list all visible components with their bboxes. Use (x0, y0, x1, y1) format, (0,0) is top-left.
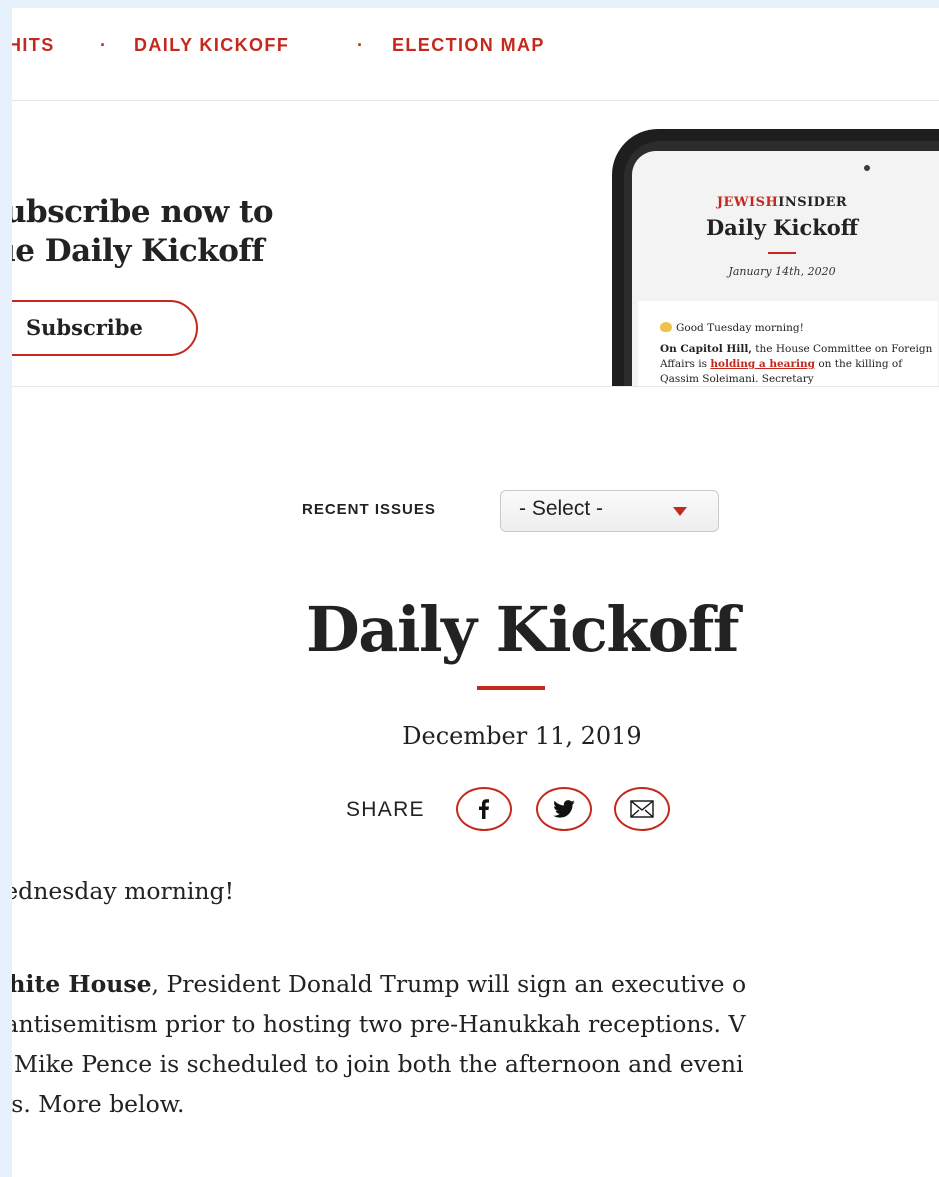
share-twitter-button[interactable] (536, 787, 592, 831)
article-line-text: , President Donald Trump will sign an ex… (151, 970, 747, 998)
article-date: December 11, 2019 (402, 722, 642, 750)
article-lead-bold: White House (12, 970, 152, 998)
subscribe-promo: ubscribe now to ıe Daily Kickoff Subscri… (12, 101, 939, 387)
twitter-icon (553, 800, 575, 818)
subscribe-button[interactable]: Subscribe (12, 300, 198, 356)
article-greeting: Wednesday morning! (12, 877, 235, 905)
phone-paragraph: On Capitol Hill, the House Committee on … (660, 342, 939, 386)
share-facebook-button[interactable] (456, 787, 512, 831)
article-line: White House, President Donald Trump will… (12, 970, 746, 998)
article-line: g antisemitism prior to hosting two pre-… (12, 1010, 746, 1038)
phone-divider (768, 252, 796, 254)
top-nav: HITS · DAILY KICKOFF · ELECTION MAP (12, 8, 939, 101)
phone-greeting-text: Good Tuesday morning! (676, 322, 804, 334)
nav-item-election-map[interactable]: ELECTION MAP (392, 35, 545, 56)
article-line: ons. More below. (12, 1090, 185, 1118)
phone-newsletter-card: Good Tuesday morning! On Capitol Hill, t… (638, 301, 939, 386)
facebook-icon (479, 799, 489, 819)
title-divider (477, 686, 545, 690)
mail-icon (630, 800, 654, 818)
phone-brand-logo: JEWISHINSIDER (632, 195, 932, 210)
nav-separator: · (100, 35, 108, 55)
select-value: - Select - (519, 497, 604, 520)
article-line: nt Mike Pence is scheduled to join both … (12, 1050, 744, 1078)
camera-dot (864, 165, 870, 171)
phone-screen: JEWISHINSIDER Daily Kickoff January 14th… (632, 151, 939, 386)
page: HITS · DAILY KICKOFF · ELECTION MAP ubsc… (12, 8, 939, 1177)
article-paragraph: White House, President Donald Trump will… (12, 964, 746, 1124)
share-email-button[interactable] (614, 787, 670, 831)
page-title: Daily Kickoff (306, 593, 740, 666)
phone-para-bold: On Capitol Hill, (660, 343, 752, 355)
recent-issues-select[interactable]: - Select - (500, 490, 719, 532)
nav-separator: · (357, 35, 365, 55)
brand-jewish: JEWISH (716, 195, 779, 210)
phone-title: Daily Kickoff (705, 215, 859, 240)
phone-greeting: Good Tuesday morning! (660, 321, 804, 336)
waving-hand-icon (660, 322, 672, 332)
phone-date: January 14th, 2020 (728, 265, 836, 278)
nav-item-daily-kickoff[interactable]: DAILY KICKOFF (134, 35, 289, 56)
phone-mockup: JEWISHINSIDER Daily Kickoff January 14th… (612, 129, 939, 386)
promo-title-line: ubscribe now to (12, 194, 274, 230)
share-label: SHARE (346, 798, 425, 821)
brand-insider: INSIDER (778, 195, 848, 210)
caret-down-icon (673, 507, 687, 516)
nav-item-hits[interactable]: HITS (12, 35, 55, 56)
recent-issues-label: RECENT ISSUES (302, 501, 436, 518)
promo-title: ubscribe now to ıe Daily Kickoff (12, 193, 524, 271)
phone-para-link[interactable]: holding a hearing (710, 358, 815, 370)
promo-title-line: ıe Daily Kickoff (12, 233, 265, 269)
